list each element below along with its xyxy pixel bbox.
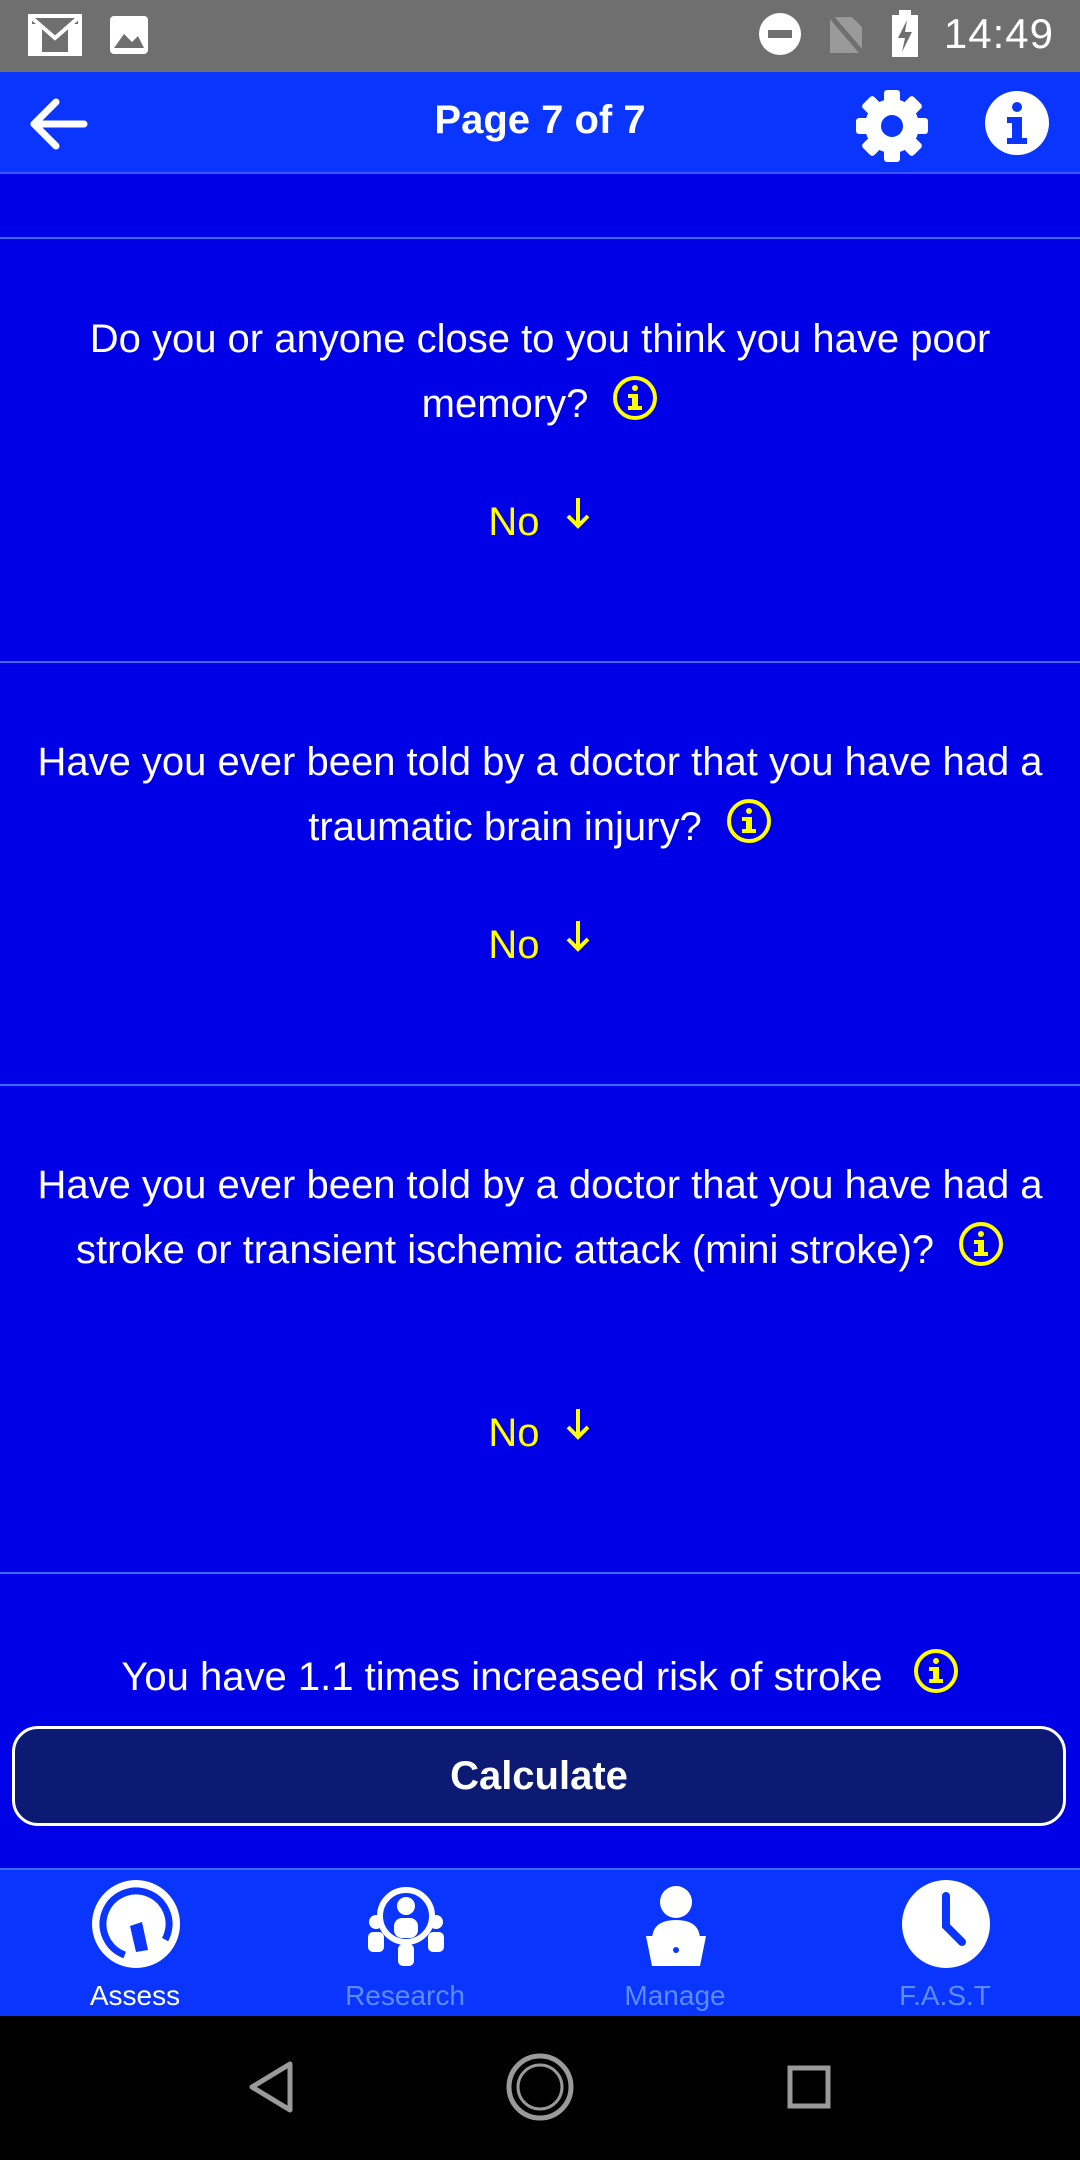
gmail-icon — [28, 14, 82, 56]
section-divider — [0, 1572, 1080, 1574]
nav-label: Research — [345, 1980, 465, 2011]
answer-dropdown-1[interactable]: No — [0, 498, 1080, 545]
result-label: You have 1.1 times increased risk of str… — [121, 1655, 883, 1699]
answer-dropdown-2[interactable]: No — [0, 921, 1080, 968]
arrow-down-icon — [566, 921, 589, 952]
question-2: Have you ever been told by a doctor that… — [30, 730, 1050, 860]
info-icon[interactable] — [958, 1221, 1004, 1267]
info-icon[interactable] — [612, 375, 658, 421]
section-divider — [0, 1084, 1080, 1086]
do-not-disturb-icon — [758, 13, 801, 55]
recents-square-icon[interactable] — [786, 2064, 832, 2110]
nav-label: Manage — [624, 1980, 726, 2011]
answer-value: No — [488, 500, 540, 544]
info-icon[interactable] — [913, 1648, 959, 1694]
app-bar: Page 7 of 7 — [0, 72, 1080, 174]
nav-label: F.A.S.T — [899, 1980, 991, 2011]
back-triangle-icon[interactable] — [246, 2060, 296, 2114]
arrow-down-icon — [566, 1409, 589, 1440]
question-text: Have you ever been told by a doctor that… — [37, 1163, 1043, 1272]
arrow-down-icon — [566, 498, 589, 529]
person-laptop-icon — [646, 1886, 706, 1966]
question-3: Have you ever been told by a doctor that… — [30, 1153, 1050, 1283]
battery-charging-icon — [891, 10, 918, 57]
nav-label: Assess — [89, 1980, 181, 2011]
section-divider — [0, 237, 1080, 239]
clock-icon — [902, 1880, 990, 1968]
answer-dropdown-3[interactable]: No — [0, 1409, 1080, 1456]
nav-research[interactable]: Research — [270, 1870, 540, 2018]
bottom-nav: Assess Research Manage F.A.S.T — [0, 1868, 1080, 2018]
research-people-icon — [368, 1887, 444, 1966]
nav-manage[interactable]: Manage — [540, 1870, 810, 2018]
nav-fast[interactable]: F.A.S.T — [810, 1870, 1080, 2018]
calculate-button[interactable]: Calculate — [12, 1726, 1066, 1826]
answer-value: No — [488, 1411, 540, 1455]
system-nav-bar — [0, 2016, 1080, 2160]
no-sim-icon — [825, 11, 866, 57]
question-text: Do you or anyone close to you think you … — [89, 317, 991, 426]
info-icon[interactable] — [726, 798, 772, 844]
image-icon — [110, 16, 148, 54]
answer-value: No — [488, 923, 540, 967]
gear-icon[interactable] — [852, 86, 932, 166]
gauge-icon — [92, 1880, 180, 1968]
nav-assess[interactable]: Assess — [0, 1870, 270, 2018]
home-circle-icon[interactable] — [505, 2052, 575, 2122]
question-text: Have you ever been told by a doctor that… — [37, 740, 1043, 849]
question-1: Do you or anyone close to you think you … — [30, 307, 1050, 437]
status-bar: 14:49 — [0, 0, 1080, 72]
status-time: 14:49 — [943, 10, 1054, 57]
result-text: You have 1.1 times increased risk of str… — [0, 1649, 1080, 1702]
section-divider — [0, 661, 1080, 663]
info-icon[interactable] — [984, 90, 1050, 156]
